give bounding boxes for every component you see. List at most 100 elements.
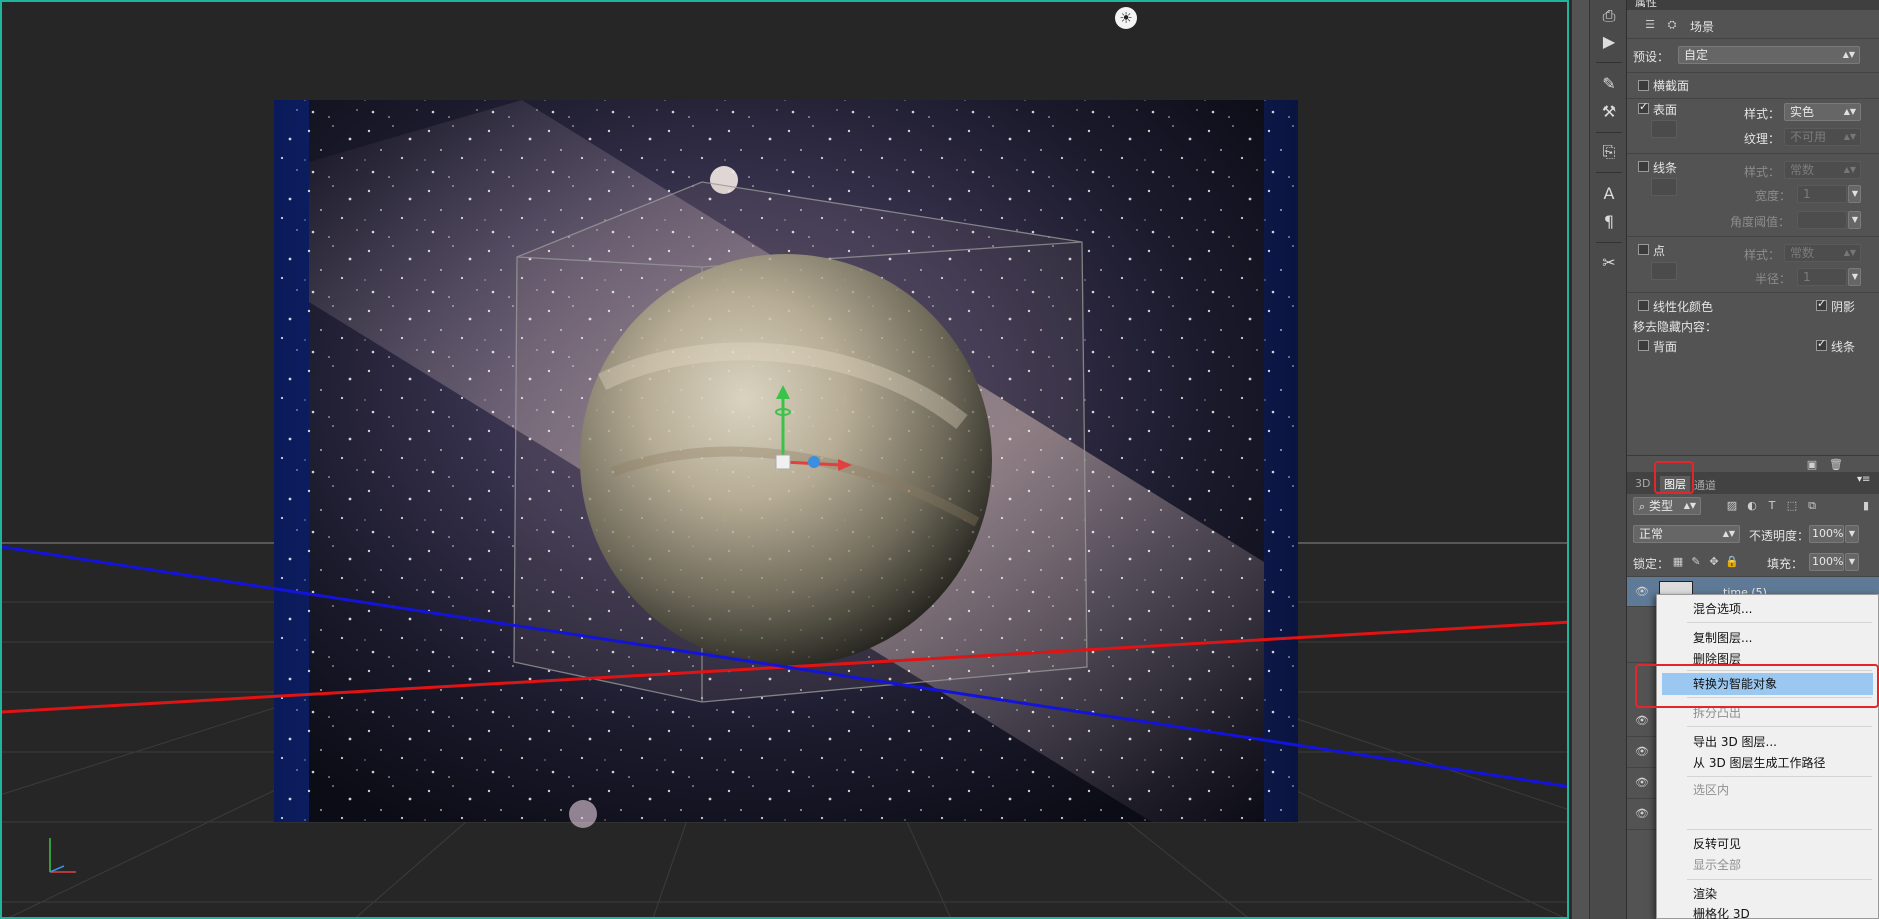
character-icon[interactable]: A: [1599, 184, 1619, 204]
cross-section-checkbox[interactable]: [1638, 80, 1649, 91]
lines-width-dropdown[interactable]: ▼: [1848, 185, 1861, 203]
menu-item-render[interactable]: 渲染: [1657, 883, 1878, 905]
trash-icon[interactable]: 🗑: [1829, 458, 1843, 472]
menu-item-work-path-from-3d[interactable]: 从 3D 图层生成工作路径: [1657, 752, 1878, 774]
lock-pixels-icon[interactable]: ✎: [1689, 555, 1703, 569]
lines-checkbox[interactable]: [1638, 161, 1649, 172]
light-icon[interactable]: ☀: [1115, 7, 1137, 29]
axis-indicator: [49, 838, 76, 873]
menu-item-invert-visible[interactable]: 反转可见: [1657, 833, 1878, 855]
preset-value: 自定: [1684, 48, 1709, 62]
tab-3d[interactable]: 3D: [1635, 477, 1650, 490]
lines2-checkbox[interactable]: [1816, 337, 1827, 351]
surface-label: 表面: [1653, 103, 1678, 117]
visibility-eye-icon[interactable]: 👁: [1635, 745, 1649, 758]
lock-transparency-icon[interactable]: ▦: [1671, 555, 1685, 569]
menu-item-rasterize-3d[interactable]: 栅格化 3D: [1657, 903, 1878, 919]
visibility-eye-icon[interactable]: 👁: [1635, 776, 1649, 789]
layer-filter-value: 类型: [1649, 499, 1674, 513]
shadow-label: 阴影: [1831, 300, 1856, 314]
lines-width-input[interactable]: 1: [1797, 185, 1847, 203]
fill-dropdown[interactable]: ▼: [1845, 553, 1859, 571]
tab-channels[interactable]: 通道: [1694, 477, 1716, 493]
clone-source-icon[interactable]: ⎘: [1599, 142, 1619, 162]
opacity-label: 不透明度：: [1749, 529, 1810, 543]
points-radius-label: 半径：: [1755, 272, 1792, 286]
lock-all-icon[interactable]: 🔒: [1725, 555, 1739, 569]
lines2-label: 线条: [1831, 340, 1856, 354]
visibility-eye-icon[interactable]: 👁: [1635, 714, 1649, 727]
filter-toggle-icon[interactable]: ▮: [1859, 499, 1873, 513]
fill-label: 填充：: [1767, 557, 1804, 571]
points-radius-dropdown[interactable]: ▼: [1848, 268, 1861, 286]
pixel-filter-icon[interactable]: ▨: [1725, 499, 1739, 513]
blend-mode-value: 正常: [1639, 527, 1664, 541]
brush-preset-icon[interactable]: ✎: [1599, 74, 1619, 94]
lines-style-label: 样式：: [1744, 165, 1781, 179]
surface-texture-select[interactable]: 不可用 ▲▼: [1784, 128, 1861, 146]
history-brush-icon[interactable]: ⎙: [1599, 6, 1619, 26]
preset-label: 预设：: [1633, 50, 1670, 64]
linearize-checkbox[interactable]: [1638, 300, 1649, 311]
points-color-swatch[interactable]: [1651, 262, 1677, 280]
opacity-dropdown[interactable]: ▼: [1845, 525, 1859, 543]
lines-width-label: 宽度：: [1755, 189, 1792, 203]
adjust-icon[interactable]: ⚒: [1599, 102, 1619, 122]
linearize-label: 线性化颜色: [1653, 300, 1714, 314]
lines-angle-input[interactable]: [1797, 211, 1847, 229]
points-label: 点: [1653, 244, 1666, 258]
backface-checkbox[interactable]: [1638, 340, 1649, 351]
surface-checkbox[interactable]: [1638, 100, 1649, 114]
layer-context-menu: 混合选项... 复制图层... 删除图层 转换为智能对象 拆分凸出 导出 3D …: [1656, 594, 1879, 919]
scene-filter-icon[interactable]: ☰: [1643, 18, 1657, 32]
canvas-viewport[interactable]: ☀: [0, 0, 1569, 919]
menu-item-in-selection[interactable]: 选区内: [1657, 779, 1878, 801]
lines-style-value: 常数: [1790, 163, 1815, 177]
layer-filter-select[interactable]: ⌕ 类型 ▲▼: [1633, 497, 1701, 515]
lines-angle-label: 角度阈值：: [1730, 215, 1791, 229]
3d-scene[interactable]: [2, 2, 1569, 919]
panel-menu-icon[interactable]: ▾≡: [1857, 474, 1870, 485]
scene-icon[interactable]: ⛭: [1665, 18, 1679, 32]
points-style-value: 常数: [1790, 246, 1815, 260]
lines-color-swatch[interactable]: [1651, 178, 1677, 196]
smart-filter-icon[interactable]: ⧉: [1805, 499, 1819, 513]
lock-label: 锁定：: [1633, 557, 1670, 571]
menu-item-export-3d-layer[interactable]: 导出 3D 图层...: [1657, 731, 1878, 753]
panel-new-icon[interactable]: ▣: [1805, 458, 1819, 472]
surface-style-label: 样式：: [1744, 107, 1781, 121]
preset-select[interactable]: 自定 ▲▼: [1678, 46, 1860, 64]
lines-angle-dropdown[interactable]: ▼: [1848, 211, 1861, 229]
scene-mode-label: 场景: [1690, 20, 1715, 34]
points-style-select[interactable]: 常数 ▲▼: [1784, 244, 1861, 262]
visibility-eye-icon[interactable]: 👁: [1635, 807, 1649, 820]
menu-item-blending-options[interactable]: 混合选项...: [1657, 598, 1878, 620]
properties-title: 属性: [1635, 0, 1657, 9]
shape-filter-icon[interactable]: ⬚: [1785, 499, 1799, 513]
shadow-checkbox[interactable]: [1816, 297, 1827, 311]
surface-style-value: 实色: [1790, 105, 1815, 119]
play-icon[interactable]: ▶: [1599, 32, 1619, 52]
annotation-box-smart-object: [1635, 664, 1879, 708]
points-checkbox[interactable]: [1638, 244, 1649, 255]
tool-presets-icon[interactable]: ✂: [1599, 253, 1619, 273]
lines-label: 线条: [1653, 161, 1678, 175]
fill-input[interactable]: 100%: [1809, 553, 1844, 571]
lines-width-value: 1: [1803, 187, 1811, 201]
points-radius-input[interactable]: 1: [1797, 268, 1847, 286]
menu-item-duplicate-layer[interactable]: 复制图层...: [1657, 627, 1878, 649]
opacity-input[interactable]: 100%: [1809, 525, 1844, 543]
surface-style-select[interactable]: 实色 ▲▼: [1784, 103, 1861, 121]
paragraph-icon[interactable]: ¶: [1599, 212, 1619, 232]
blend-mode-select[interactable]: 正常 ▲▼: [1633, 525, 1740, 543]
panel-collapse-strip: [1571, 0, 1589, 919]
points-radius-value: 1: [1803, 270, 1811, 284]
lock-position-icon[interactable]: ✥: [1707, 555, 1721, 569]
surface-color-swatch[interactable]: [1651, 120, 1677, 138]
menu-item-show-all[interactable]: 显示全部: [1657, 854, 1878, 876]
visibility-eye-icon[interactable]: 👁: [1635, 585, 1649, 598]
adjustment-filter-icon[interactable]: ◐: [1745, 499, 1759, 513]
type-filter-icon[interactable]: T: [1765, 499, 1779, 513]
lines-style-select[interactable]: 常数 ▲▼: [1784, 161, 1861, 179]
surface-texture-value: 不可用: [1790, 130, 1827, 144]
